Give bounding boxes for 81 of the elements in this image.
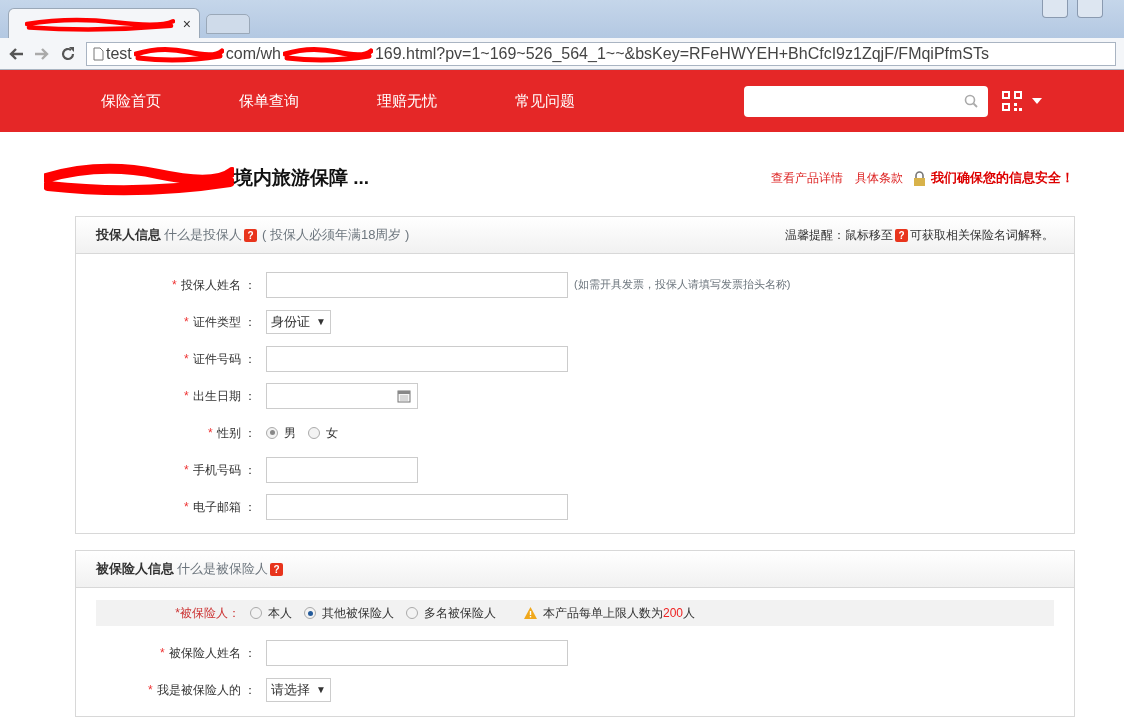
radio-button[interactable] bbox=[250, 607, 262, 619]
field-hint: (如需开具发票，投保人请填写发票抬头名称) bbox=[574, 277, 791, 293]
help-icon[interactable]: ? bbox=[244, 228, 257, 242]
page-icon bbox=[93, 46, 104, 61]
required-mark: * bbox=[184, 499, 189, 514]
header-link[interactable]: 具体条款 bbox=[855, 169, 903, 187]
search-icon[interactable] bbox=[964, 94, 978, 108]
radio-button[interactable] bbox=[308, 426, 320, 439]
limit-notice: 本产品每单上限人数为200人 bbox=[543, 605, 696, 622]
required-mark: * bbox=[184, 351, 189, 366]
address-text: test bbox=[106, 43, 132, 64]
input-field[interactable] bbox=[266, 493, 568, 520]
radio-label: 女 bbox=[326, 424, 338, 442]
address-text: com/wh bbox=[225, 43, 281, 64]
tip-text: 可获取相关保险名词解释。 bbox=[910, 227, 1054, 244]
select-value: 请选择 bbox=[271, 680, 310, 699]
page-title: 境内旅游保障 ... bbox=[234, 165, 370, 190]
header-link[interactable]: 查看产品详情 bbox=[771, 169, 843, 187]
maximize-button[interactable] bbox=[1077, 0, 1103, 18]
field-label: 出生日期 ： bbox=[192, 388, 256, 403]
new-tab-button[interactable] bbox=[206, 14, 250, 34]
search-field[interactable] bbox=[744, 85, 988, 117]
section-title: 被保险人信息 bbox=[96, 560, 174, 579]
minimize-button[interactable] bbox=[1042, 0, 1068, 18]
caret-icon: ▼ bbox=[316, 314, 326, 329]
field-label: 证件类型 ： bbox=[192, 314, 256, 329]
warning-icon bbox=[524, 607, 537, 619]
help-link[interactable]: 什么是被保险人 bbox=[177, 559, 268, 579]
field-label: 投保人姓名 ： bbox=[180, 277, 256, 292]
required-mark: * bbox=[184, 388, 189, 403]
caret-icon: ▼ bbox=[316, 682, 326, 697]
radio-label: 其他被保险人 bbox=[322, 605, 394, 622]
lock-icon bbox=[913, 170, 926, 186]
qr-code-icon[interactable] bbox=[1002, 91, 1022, 111]
field-label: *被保险人： bbox=[174, 605, 241, 622]
radio-button[interactable] bbox=[304, 607, 316, 619]
caret-icon[interactable] bbox=[1032, 98, 1042, 104]
back-icon[interactable] bbox=[8, 46, 24, 61]
field-label: 手机号码 ： bbox=[192, 462, 256, 477]
close-icon[interactable]: × bbox=[182, 14, 191, 35]
field-label: 性别 ： bbox=[216, 425, 256, 440]
security-note: 我们确保您的信息安全！ bbox=[931, 169, 1074, 188]
help-icon[interactable]: ? bbox=[270, 562, 283, 576]
radio-button[interactable] bbox=[266, 426, 278, 439]
required-mark: * bbox=[148, 682, 153, 697]
input-field[interactable] bbox=[266, 271, 568, 298]
radio-label: 多名被保险人 bbox=[424, 605, 496, 622]
select-dropdown[interactable]: 身份证 ▼ bbox=[266, 309, 331, 334]
nav-link[interactable]: 保险首页 bbox=[82, 89, 180, 113]
select-value: 身份证 bbox=[271, 312, 310, 331]
reload-icon[interactable] bbox=[60, 45, 76, 62]
field-label: 证件号码 ： bbox=[192, 351, 256, 366]
nav-link[interactable]: 常见问题 bbox=[496, 89, 594, 113]
nav-link[interactable]: 理赔无忧 bbox=[358, 89, 456, 113]
field-label: 被保险人姓名 ： bbox=[168, 645, 256, 660]
address-bar[interactable]: test com/wh 169.html?pv=1~169~526_564_1~~&bsKey=RFeHWYEH+BhCfcI9z1ZqjF/FMqiPfmSTs bbox=[86, 41, 1116, 66]
input-field[interactable] bbox=[266, 639, 568, 666]
input-field[interactable] bbox=[266, 345, 568, 372]
tip-text: 温馨提醒：鼠标移至 bbox=[785, 227, 893, 244]
section-note: ( 投保人必须年满18周岁 ) bbox=[262, 226, 410, 245]
required-mark: * bbox=[184, 314, 189, 329]
address-text: 169.html?pv=1~169~526_564_1~~&bsKey=RFeHWYEH+BhCfcI9z1ZqjF/FMqiPfmSTs bbox=[374, 43, 990, 64]
date-field[interactable] bbox=[266, 382, 418, 409]
required-mark: * bbox=[160, 645, 165, 660]
select-dropdown[interactable]: 请选择 ▼ bbox=[266, 677, 331, 702]
required-mark: * bbox=[208, 425, 213, 440]
required-mark: * bbox=[172, 277, 177, 292]
nav-link[interactable]: 保单查询 bbox=[220, 89, 318, 113]
radio-label: 本人 bbox=[268, 605, 292, 622]
help-icon: ? bbox=[895, 228, 908, 242]
calendar-icon[interactable] bbox=[397, 388, 411, 403]
browser-tab[interactable]: × bbox=[8, 8, 200, 38]
input-field[interactable] bbox=[266, 456, 418, 483]
radio-label: 男 bbox=[284, 424, 296, 442]
help-link[interactable]: 什么是投保人 bbox=[164, 225, 242, 245]
field-label: 电子邮箱 ： bbox=[192, 499, 256, 514]
section-title: 投保人信息 bbox=[96, 226, 161, 245]
radio-button[interactable] bbox=[406, 607, 418, 619]
forward-icon[interactable] bbox=[34, 46, 50, 61]
required-mark: * bbox=[184, 462, 189, 477]
field-label: 我是被保险人的 ： bbox=[156, 682, 256, 697]
